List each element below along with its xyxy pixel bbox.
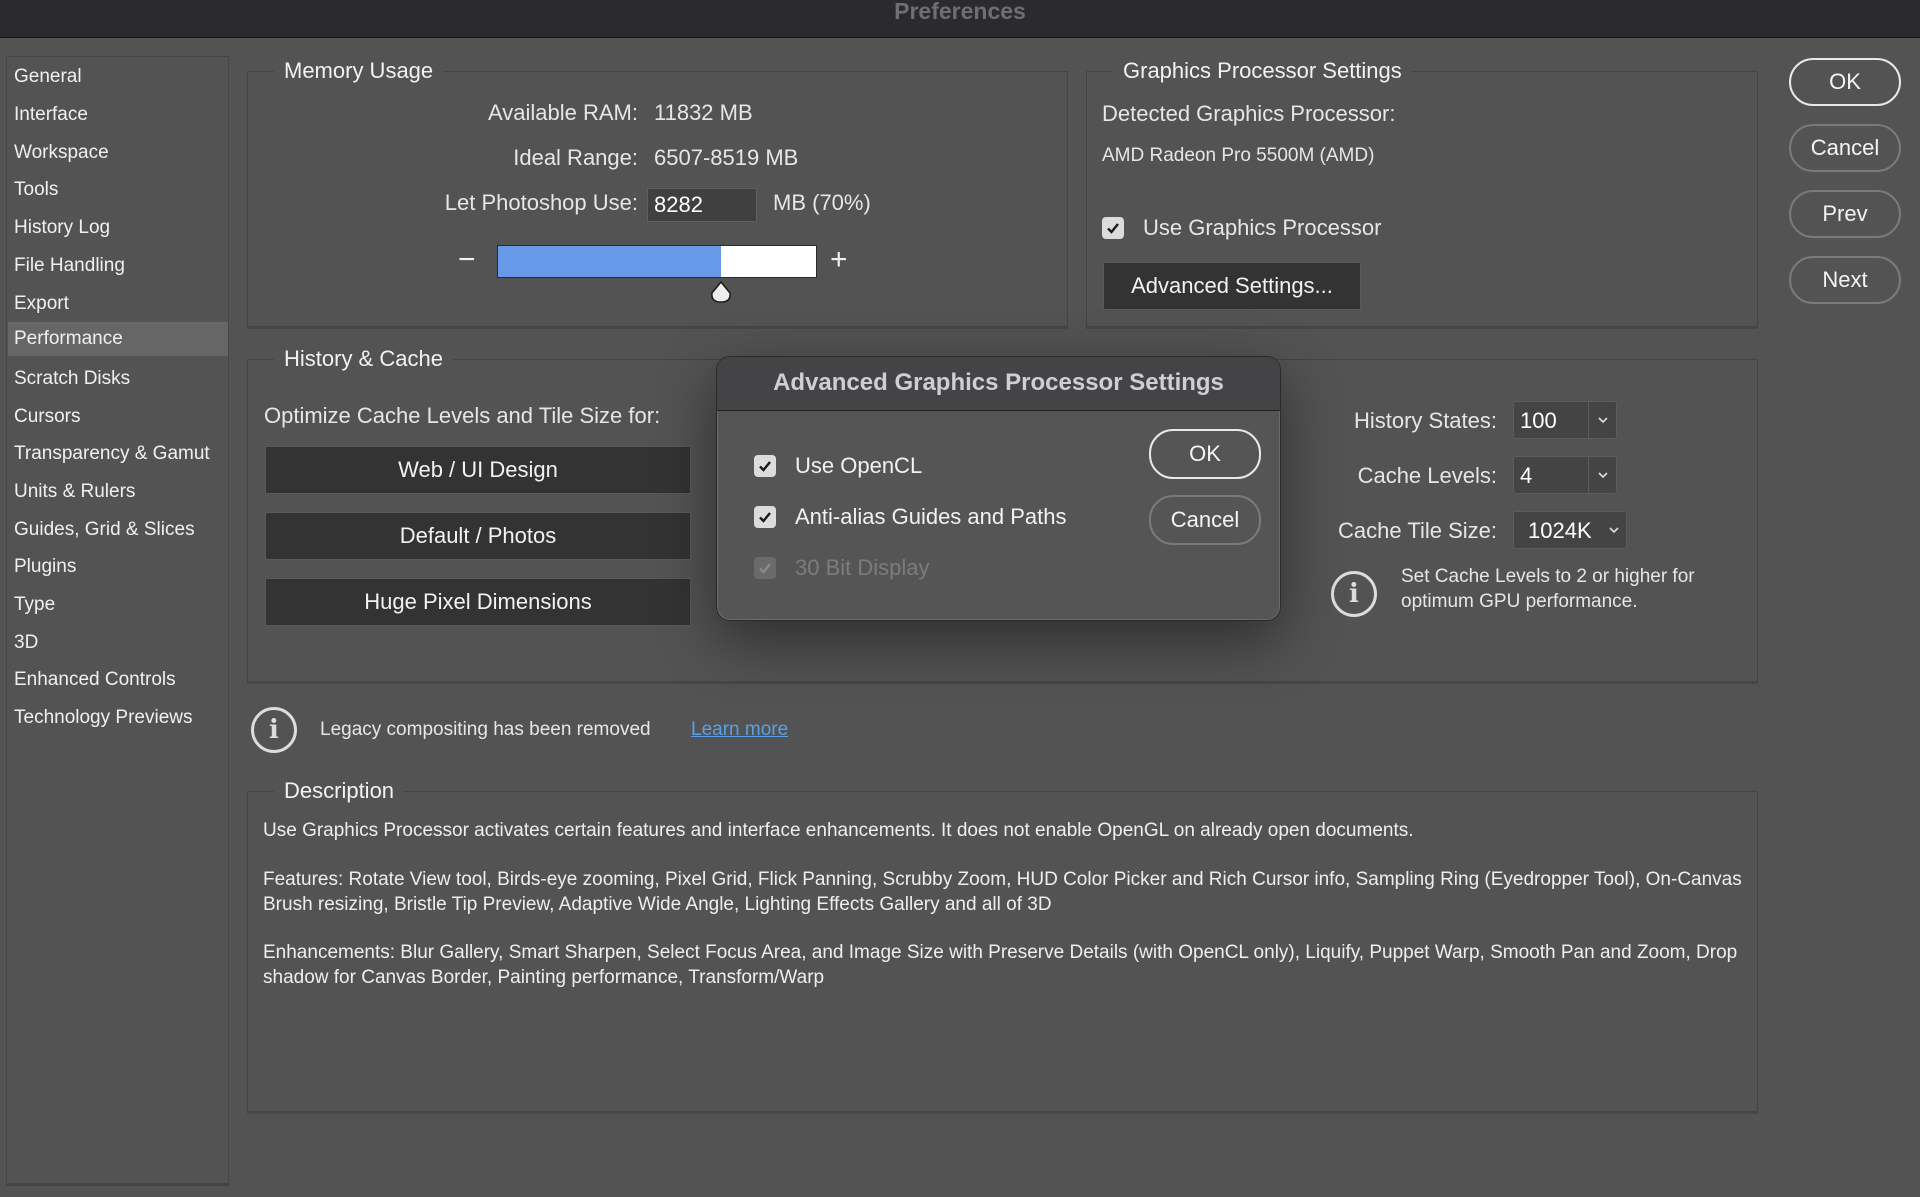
- cache-levels-value: 4: [1520, 463, 1533, 488]
- sidebar-item-guides-grid-slices[interactable]: Guides, Grid & Slices: [8, 513, 228, 547]
- preset-huge-pixel-dimensions-button[interactable]: Huge Pixel Dimensions: [265, 578, 691, 626]
- chevron-down-icon[interactable]: [1588, 402, 1616, 438]
- history-states-label: History States:: [1353, 408, 1497, 433]
- memory-slider-track[interactable]: [497, 245, 817, 278]
- sidebar-item-type[interactable]: Type: [8, 588, 228, 622]
- sidebar: General Interface Workspace Tools Histor…: [6, 56, 229, 1184]
- use-opencl-checkbox[interactable]: [754, 455, 776, 477]
- sidebar-item-3d[interactable]: 3D: [8, 626, 228, 660]
- sidebar-item-general[interactable]: General: [8, 60, 228, 94]
- cancel-button[interactable]: Cancel: [1789, 124, 1901, 172]
- next-button[interactable]: Next: [1789, 256, 1901, 304]
- sidebar-item-technology-previews[interactable]: Technology Previews: [8, 701, 228, 735]
- info-icon: i: [1331, 571, 1377, 617]
- dialog-title: Advanced Graphics Processor Settings: [773, 369, 1224, 396]
- increase-memory-button[interactable]: +: [830, 245, 848, 275]
- available-ram-label: Available RAM:: [488, 100, 638, 125]
- use-opencl-label[interactable]: Use OpenCL: [795, 453, 922, 479]
- prev-button[interactable]: Prev: [1789, 190, 1901, 238]
- use-gpu-checkbox[interactable]: [1102, 217, 1124, 239]
- cache-tile-size-select[interactable]: 1024K: [1513, 511, 1627, 549]
- ideal-range-label: Ideal Range:: [513, 145, 638, 170]
- memory-percent-label: MB (70%): [773, 190, 871, 215]
- sidebar-item-file-handling[interactable]: File Handling: [8, 249, 228, 283]
- sidebar-item-workspace[interactable]: Workspace: [8, 136, 228, 170]
- sidebar-item-plugins[interactable]: Plugins: [8, 550, 228, 584]
- dialog-header: Advanced Graphics Processor Settings: [717, 357, 1280, 411]
- sidebar-item-performance[interactable]: Performance: [8, 322, 228, 356]
- advanced-settings-button[interactable]: Advanced Settings...: [1103, 262, 1361, 310]
- sidebar-item-units-rulers[interactable]: Units & Rulers: [8, 475, 228, 509]
- advanced-gpu-settings-dialog: Advanced Graphics Processor Settings Use…: [716, 356, 1281, 621]
- detected-gpu-value: AMD Radeon Pro 5500M (AMD): [1102, 145, 1375, 166]
- title-bar: Preferences: [0, 0, 1920, 38]
- sidebar-item-enhanced-controls[interactable]: Enhanced Controls: [8, 663, 228, 697]
- cache-levels-select[interactable]: 4: [1513, 456, 1617, 494]
- info-icon: i: [251, 707, 297, 753]
- sidebar-item-export[interactable]: Export: [8, 287, 228, 321]
- memory-slider-fill: [498, 246, 721, 277]
- optimize-cache-label: Optimize Cache Levels and Tile Size for:: [264, 403, 661, 428]
- 30-bit-display-label: 30 Bit Display: [795, 555, 930, 580]
- ideal-range-value: 6507-8519 MB: [654, 145, 799, 170]
- description-paragraph: Features: Rotate View tool, Birds-eye zo…: [263, 869, 1742, 915]
- window-title: Preferences: [894, 0, 1026, 24]
- sidebar-item-cursors[interactable]: Cursors: [8, 400, 228, 434]
- sidebar-item-interface[interactable]: Interface: [8, 98, 228, 132]
- available-ram-value: 11832 MB: [654, 100, 753, 125]
- gpu-cache-tip: Set Cache Levels to 2 or higher for opti…: [1401, 566, 1695, 612]
- anti-alias-label[interactable]: Anti-alias Guides and Paths: [795, 504, 1067, 530]
- use-gpu-label[interactable]: Use Graphics Processor: [1143, 215, 1381, 241]
- checkmark-icon: [759, 563, 771, 574]
- history-states-value: 100: [1520, 408, 1557, 433]
- anti-alias-checkbox[interactable]: [754, 506, 776, 528]
- history-states-select[interactable]: 100: [1513, 401, 1617, 439]
- preset-default-photos-button[interactable]: Default / Photos: [265, 512, 691, 560]
- preset-web-ui-design-button[interactable]: Web / UI Design: [265, 446, 691, 494]
- dialog-cancel-button[interactable]: Cancel: [1149, 495, 1261, 545]
- description-paragraph: Enhancements: Blur Gallery, Smart Sharpe…: [263, 942, 1738, 988]
- checkmark-icon: [759, 461, 771, 472]
- cache-tile-size-label: Cache Tile Size:: [1338, 518, 1497, 543]
- gpu-settings-legend: Graphics Processor Settings: [1113, 58, 1412, 84]
- sidebar-item-tools[interactable]: Tools: [8, 173, 228, 207]
- memory-use-input[interactable]: [647, 188, 757, 222]
- description-paragraph: Use Graphics Processor activates certain…: [263, 820, 1414, 841]
- decrease-memory-button[interactable]: −: [458, 245, 476, 275]
- history-cache-legend: History & Cache: [274, 346, 453, 372]
- checkmark-icon: [1107, 223, 1119, 234]
- cache-tile-size-value: 1024K: [1528, 518, 1592, 543]
- sidebar-item-scratch-disks[interactable]: Scratch Disks: [8, 362, 228, 396]
- dialog-ok-button[interactable]: OK: [1149, 429, 1261, 479]
- memory-usage-legend: Memory Usage: [274, 58, 444, 84]
- legacy-compositing-notice: Legacy compositing has been removed: [320, 719, 651, 740]
- checkmark-icon: [759, 512, 771, 523]
- detected-gpu-label: Detected Graphics Processor:: [1102, 101, 1396, 126]
- ok-button[interactable]: OK: [1789, 58, 1901, 106]
- memory-slider-thumb[interactable]: [710, 281, 732, 303]
- description-legend: Description: [274, 778, 405, 804]
- chevron-down-icon[interactable]: [1588, 457, 1616, 493]
- let-photoshop-use-label: Let Photoshop Use:: [444, 190, 638, 215]
- sidebar-item-history-log[interactable]: History Log: [8, 211, 228, 245]
- 30-bit-display-checkbox: [754, 557, 776, 579]
- cache-levels-label: Cache Levels:: [1357, 463, 1497, 488]
- sidebar-item-transparency-gamut[interactable]: Transparency & Gamut: [8, 437, 228, 471]
- learn-more-link[interactable]: Learn more: [691, 719, 788, 741]
- chevron-down-icon[interactable]: [1602, 512, 1626, 548]
